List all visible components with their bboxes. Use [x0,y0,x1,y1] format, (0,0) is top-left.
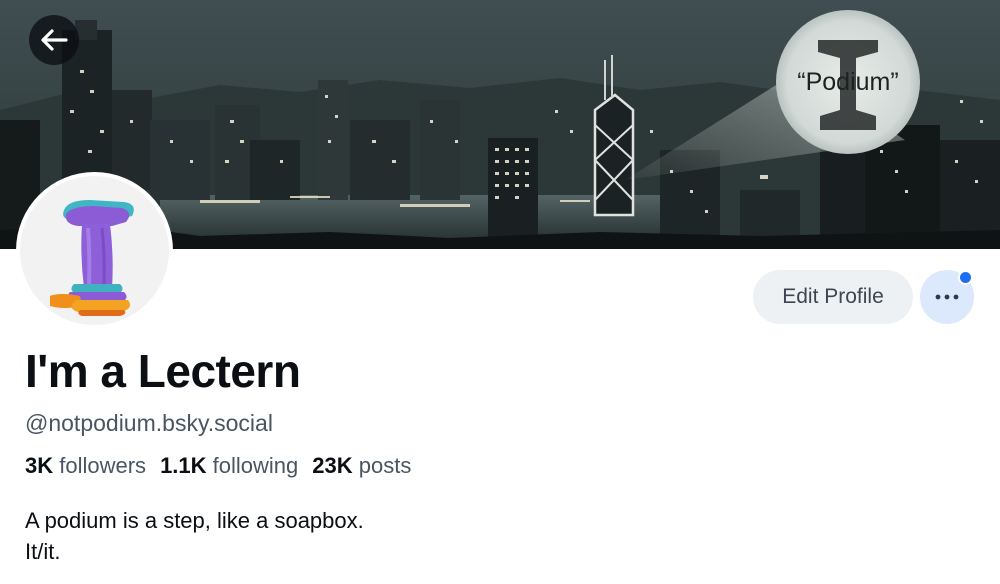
posts-count: 23K [312,453,353,478]
clay-column-icon [50,200,134,316]
following-stat[interactable]: 1.1K following [160,453,298,479]
followers-label: followers [59,453,147,478]
avatar[interactable] [16,172,173,329]
back-button[interactable] [29,15,79,65]
ellipsis-icon [935,294,959,300]
display-name: I'm a Lectern [25,345,301,397]
posts-label: posts [358,453,412,478]
profile-handle: @notpodium.bsky.social [25,410,273,436]
following-label: following [212,453,299,478]
followers-stat[interactable]: 3K followers [25,453,146,479]
following-count: 1.1K [160,453,207,478]
edit-profile-button[interactable]: Edit Profile [753,270,913,324]
profile-bio: A podium is a step, like a soapbox. It/i… [25,505,364,567]
profile-stats: 3K followers 1.1K following 23K posts [25,453,411,479]
posts-stat: 23K posts [312,453,411,479]
arrow-left-icon [41,29,68,51]
bat-signal-text: “Podium” [797,68,898,96]
notification-dot [958,270,973,285]
followers-count: 3K [25,453,54,478]
bio-line: A podium is a step, like a soapbox. [25,508,364,533]
bio-line: It/it. [25,539,61,564]
avatar-image [20,176,169,325]
